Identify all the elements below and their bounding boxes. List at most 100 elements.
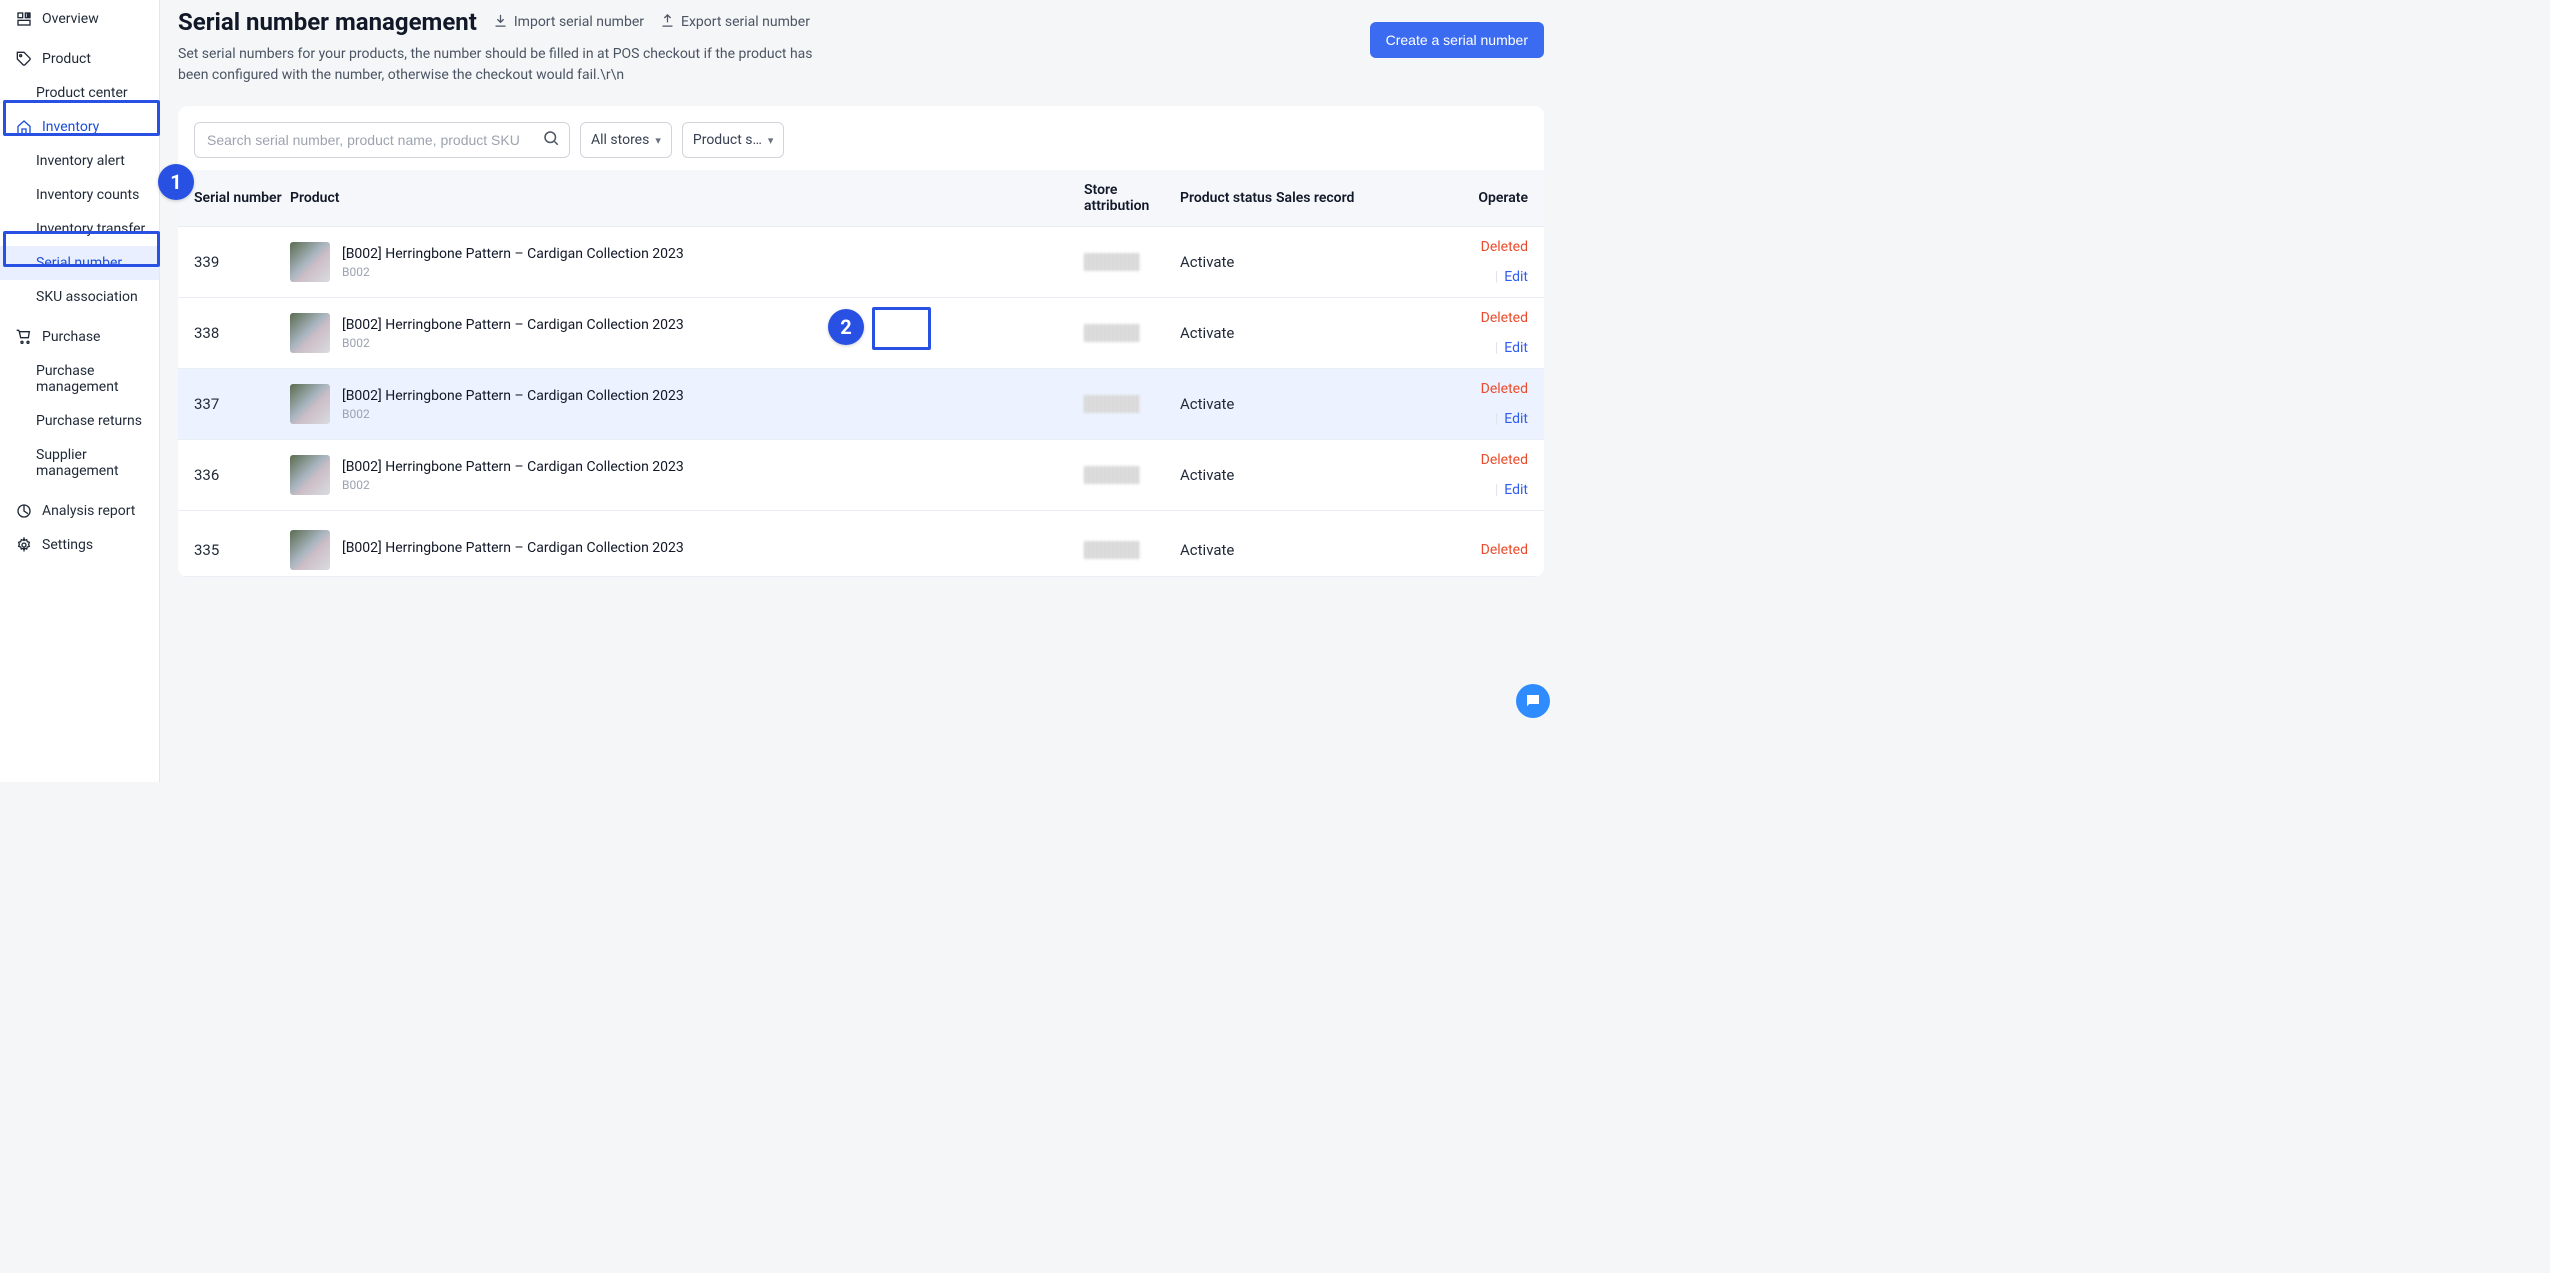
col-store-header: Store attribution bbox=[1084, 182, 1180, 214]
sidebar-label: Purchase bbox=[42, 329, 100, 345]
sidebar-item-purchase[interactable]: Purchase bbox=[0, 320, 159, 354]
deleted-button[interactable]: Deleted bbox=[1481, 542, 1528, 558]
product-sku: B002 bbox=[342, 478, 684, 492]
gear-icon bbox=[16, 537, 32, 553]
operate-cell: Deleted | Edit bbox=[1472, 310, 1528, 356]
edit-button[interactable]: Edit bbox=[1504, 269, 1528, 285]
sidebar-label: Purchase returns bbox=[36, 413, 142, 429]
sidebar-item-product-center[interactable]: Product center bbox=[0, 76, 159, 110]
chat-widget-button[interactable] bbox=[1516, 684, 1550, 718]
table-row: 339 [B002] Herringbone Pattern – Cardiga… bbox=[178, 227, 1544, 298]
col-serial-header: Serial number bbox=[194, 190, 290, 206]
create-serial-number-button[interactable]: Create a serial number bbox=[1370, 22, 1544, 58]
sidebar-label: Purchase management bbox=[36, 363, 149, 395]
main-content: Serial number management Import serial n… bbox=[160, 0, 1560, 782]
chevron-down-icon: ▾ bbox=[768, 134, 774, 147]
sidebar-label: Analysis report bbox=[42, 503, 135, 519]
col-operate-header: Operate bbox=[1472, 190, 1528, 206]
divider: | bbox=[1495, 482, 1498, 498]
operate-cell: Deleted bbox=[1472, 542, 1528, 558]
sidebar-item-overview[interactable]: Overview bbox=[0, 2, 159, 36]
sidebar-label: Supplier management bbox=[36, 447, 149, 479]
shopping-cart-icon bbox=[16, 329, 32, 345]
divider: | bbox=[1495, 340, 1498, 356]
store-cell bbox=[1084, 324, 1180, 342]
sidebar-item-analysis-report[interactable]: Analysis report bbox=[0, 494, 159, 528]
product-name: [B002] Herringbone Pattern – Cardigan Co… bbox=[342, 245, 684, 264]
sidebar-label: Product center bbox=[36, 85, 128, 101]
status-cell: Activate bbox=[1180, 541, 1276, 559]
sidebar-label: Inventory alert bbox=[36, 153, 125, 169]
product-cell: [B002] Herringbone Pattern – Cardigan Co… bbox=[290, 384, 1084, 424]
redacted-text bbox=[1084, 466, 1140, 484]
export-serial-number-button[interactable]: Export serial number bbox=[660, 13, 810, 32]
table-row: 335 [B002] Herringbone Pattern – Cardiga… bbox=[178, 511, 1544, 577]
serial-cell: 335 bbox=[194, 541, 290, 559]
import-icon bbox=[493, 13, 508, 32]
sidebar-item-sku-association[interactable]: SKU association bbox=[0, 280, 159, 314]
search-icon[interactable] bbox=[542, 129, 560, 151]
divider: | bbox=[1495, 411, 1498, 427]
sidebar-item-serial-number[interactable]: Serial number bbox=[0, 246, 159, 280]
sidebar-item-purchase-returns[interactable]: Purchase returns bbox=[0, 404, 159, 438]
import-serial-number-button[interactable]: Import serial number bbox=[493, 13, 644, 32]
redacted-text bbox=[1084, 541, 1140, 559]
sidebar-item-product[interactable]: Product bbox=[0, 42, 159, 76]
redacted-text bbox=[1084, 324, 1140, 342]
table-header: Serial number Product Store attribution … bbox=[178, 170, 1544, 227]
deleted-button[interactable]: Deleted bbox=[1481, 310, 1528, 326]
status-cell: Activate bbox=[1180, 253, 1276, 271]
sidebar-item-purchase-management[interactable]: Purchase management bbox=[0, 354, 159, 404]
table-panel: All stores ▾ Product s… ▾ Serial number … bbox=[178, 106, 1544, 577]
import-label: Import serial number bbox=[514, 14, 644, 30]
product-name: [B002] Herringbone Pattern – Cardigan Co… bbox=[342, 316, 684, 335]
product-thumbnail bbox=[290, 530, 330, 570]
sidebar-item-inventory[interactable]: Inventory bbox=[0, 110, 159, 144]
product-thumbnail bbox=[290, 455, 330, 495]
search-wrap bbox=[194, 122, 570, 158]
serial-cell: 336 bbox=[194, 466, 290, 484]
operate-cell: Deleted | Edit bbox=[1472, 239, 1528, 285]
export-label: Export serial number bbox=[681, 14, 810, 30]
store-cell bbox=[1084, 253, 1180, 271]
edit-button[interactable]: Edit bbox=[1504, 340, 1528, 356]
status-cell: Activate bbox=[1180, 395, 1276, 413]
deleted-button[interactable]: Deleted bbox=[1481, 239, 1528, 255]
table-row: 336 [B002] Herringbone Pattern – Cardiga… bbox=[178, 440, 1544, 511]
sidebar-item-inventory-transfer[interactable]: Inventory transfer bbox=[0, 212, 159, 246]
home-icon bbox=[16, 119, 32, 135]
product-name: [B002] Herringbone Pattern – Cardigan Co… bbox=[342, 458, 684, 477]
sidebar-label: Overview bbox=[42, 11, 99, 27]
status-cell: Activate bbox=[1180, 466, 1276, 484]
page-subtitle: Set serial numbers for your products, th… bbox=[178, 44, 828, 86]
serial-cell: 339 bbox=[194, 253, 290, 271]
edit-button[interactable]: Edit bbox=[1504, 482, 1528, 498]
sidebar-item-inventory-alert[interactable]: Inventory alert bbox=[0, 144, 159, 178]
product-sku: B002 bbox=[342, 407, 684, 421]
filters-bar: All stores ▾ Product s… ▾ bbox=[178, 122, 1544, 170]
product-thumbnail bbox=[290, 242, 330, 282]
product-thumbnail bbox=[290, 384, 330, 424]
deleted-button[interactable]: Deleted bbox=[1481, 381, 1528, 397]
product-sku: B002 bbox=[342, 336, 684, 350]
col-sales-header: Sales record bbox=[1276, 190, 1472, 206]
store-cell bbox=[1084, 541, 1180, 559]
page-header: Serial number management Import serial n… bbox=[178, 8, 1544, 86]
edit-button[interactable]: Edit bbox=[1504, 411, 1528, 427]
sidebar-item-supplier-management[interactable]: Supplier management bbox=[0, 438, 159, 488]
deleted-button[interactable]: Deleted bbox=[1481, 452, 1528, 468]
export-icon bbox=[660, 13, 675, 32]
chevron-down-icon: ▾ bbox=[655, 134, 661, 147]
search-input[interactable] bbox=[194, 122, 570, 158]
sidebar-item-settings[interactable]: Settings bbox=[0, 528, 159, 562]
redacted-text bbox=[1084, 253, 1140, 271]
product-name: [B002] Herringbone Pattern – Cardigan Co… bbox=[342, 539, 684, 558]
store-filter-dropdown[interactable]: All stores ▾ bbox=[580, 122, 672, 158]
product-status-filter-dropdown[interactable]: Product s… ▾ bbox=[682, 122, 785, 158]
divider: | bbox=[1495, 269, 1498, 285]
product-cell: [B002] Herringbone Pattern – Cardigan Co… bbox=[290, 455, 1084, 495]
grid-icon bbox=[16, 11, 32, 27]
product-cell: [B002] Herringbone Pattern – Cardigan Co… bbox=[290, 530, 1084, 570]
sidebar-item-inventory-counts[interactable]: Inventory counts bbox=[0, 178, 159, 212]
product-cell: [B002] Herringbone Pattern – Cardigan Co… bbox=[290, 242, 1084, 282]
